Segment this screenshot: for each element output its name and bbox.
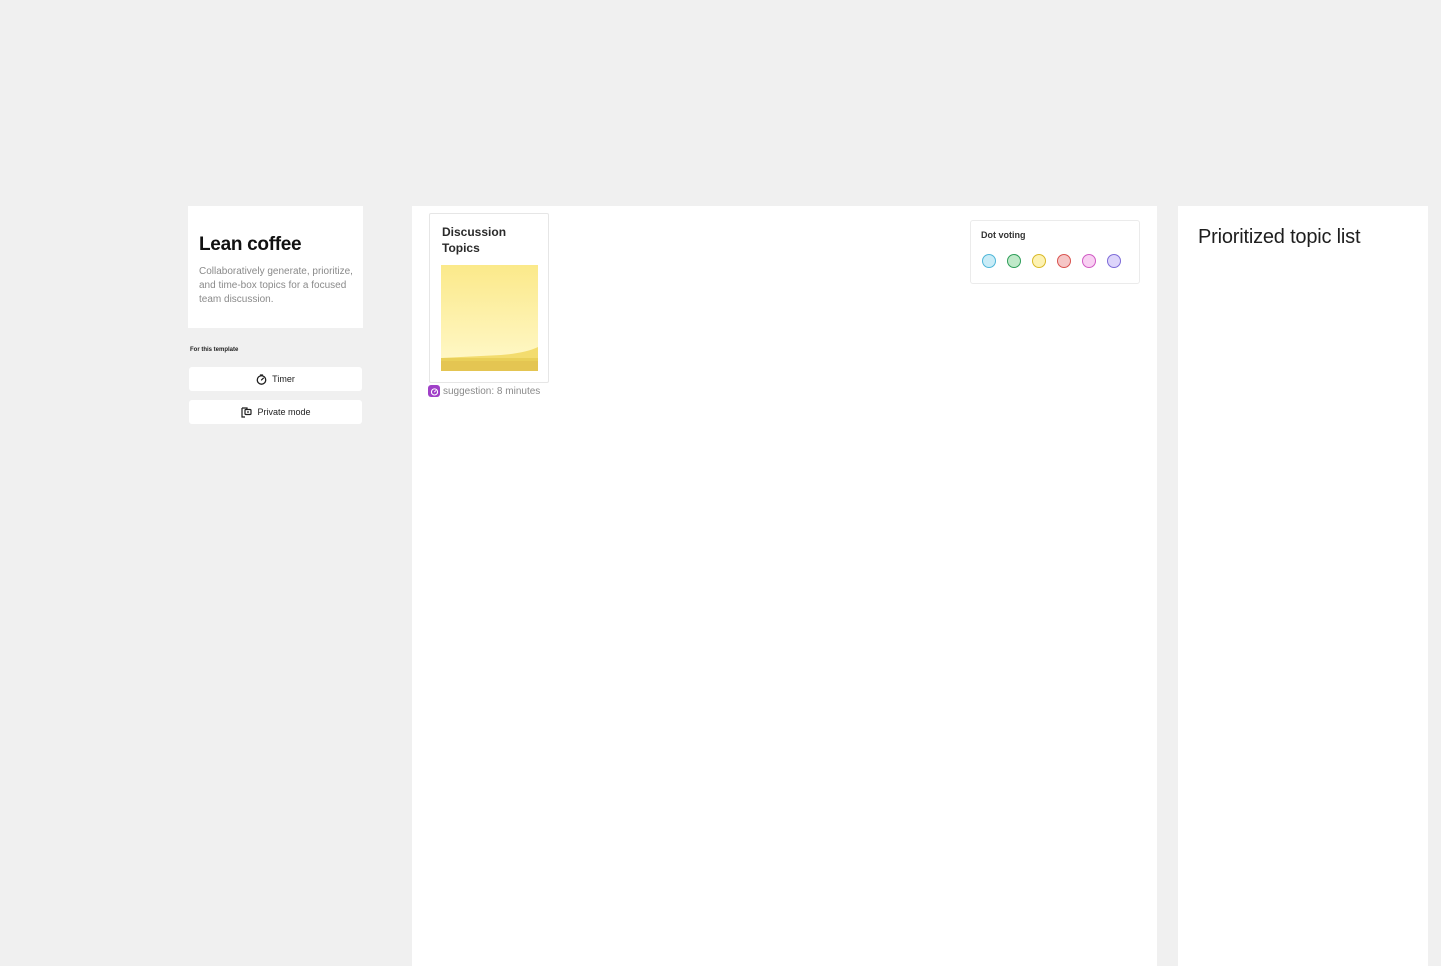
intro-card: Lean coffee Collaboratively generate, pr… [188,206,363,328]
prioritized-topic-list-title: Prioritized topic list [1198,226,1361,248]
voting-dot-red[interactable] [1057,254,1071,268]
private-mode-label: Private mode [257,407,311,417]
voting-dots [982,254,1121,268]
discussion-topics-title: Discussion Topics [442,225,507,255]
private-mode-icon [240,406,253,418]
voting-dot-purple[interactable] [1107,254,1121,268]
suggestion-text: suggestion: 8 minutes [443,385,541,397]
dot-voting-title: Dot voting [981,230,1026,240]
sticky-note-stack[interactable] [441,265,538,373]
prioritized-topic-list-panel: Prioritized topic list [1178,206,1428,966]
timer-icon [256,373,267,385]
dot-voting-panel: Dot voting [970,220,1140,284]
timer-icon [428,385,440,397]
timer-button[interactable]: Timer [189,367,362,391]
discussion-board: Discussion Topics suggestion: 8 minutes … [412,206,1157,966]
voting-dot-pink[interactable] [1082,254,1096,268]
template-title: Lean coffee [199,234,302,255]
tools-heading: For this template [190,347,239,353]
voting-dot-blue[interactable] [982,254,996,268]
timer-label: Timer [272,374,295,384]
template-description: Collaboratively generate, prioritize, an… [199,266,353,305]
voting-dot-yellow[interactable] [1032,254,1046,268]
voting-dot-green[interactable] [1007,254,1021,268]
discussion-topics-frame: Discussion Topics [429,213,549,383]
time-suggestion: suggestion: 8 minutes [428,385,540,397]
private-mode-button[interactable]: Private mode [189,400,362,424]
